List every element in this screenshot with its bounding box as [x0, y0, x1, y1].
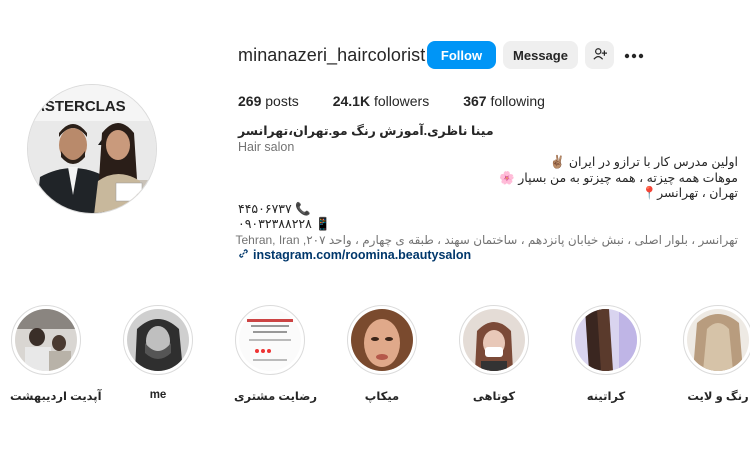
suggest-similar-button[interactable] — [585, 41, 614, 69]
posts-count: 269 — [238, 93, 262, 109]
username: minanazeri_haircolorist — [238, 44, 426, 65]
person-add-icon — [592, 47, 607, 64]
bio-external-link[interactable]: instagram.com/roomina.beautysalon — [238, 248, 738, 264]
posts-label: posts — [261, 93, 299, 109]
highlight-label: رنگ و لایت — [687, 391, 749, 403]
posts-stat: 269 posts — [238, 93, 299, 109]
username-row: minanazeri_haircolorist — [238, 41, 425, 69]
message-button[interactable]: Message — [503, 41, 578, 69]
bio-full-name: مینا ناظری.آموزش رنگ مو.تهران،تهرانسر — [238, 124, 494, 138]
highlight-cover — [235, 305, 305, 375]
more-options-button[interactable] — [622, 46, 646, 64]
bio-line-3: تهران ، تهرانسر📍 — [641, 186, 738, 200]
highlight-label: کوتاهی — [472, 391, 516, 403]
bio-link-text: instagram.com/roomina.beautysalon — [253, 248, 472, 262]
highlight-cover — [11, 305, 81, 375]
highlight-item[interactable]: رنگ و لایت — [682, 305, 750, 403]
profile-stats: 269 posts 24.1K followers 367 following — [238, 93, 579, 109]
highlight-item[interactable]: کراتینه — [570, 305, 642, 403]
bio-line-4: ۴۴۵۰۶۷۳۷ 📞 — [238, 201, 311, 216]
highlight-label: me — [149, 389, 167, 401]
highlight-label: میکاپ — [364, 391, 400, 403]
highlight-item[interactable]: میکاپ — [346, 305, 418, 403]
highlight-item[interactable]: me — [122, 305, 194, 401]
followers-count: 24.1K — [332, 93, 371, 109]
followers-stat[interactable]: 24.1K followers — [333, 93, 430, 109]
followers-label: followers — [370, 93, 430, 109]
bio-line-5: ۰۹۰۳۲۳۸۸۲۲۸ 📱 — [238, 217, 331, 231]
highlight-label: آپدیت اردیبهشت — [10, 391, 102, 403]
avatar-banner-text: ASTERCLAS — [34, 98, 126, 115]
bio-category: Hair salon — [238, 139, 295, 154]
following-count: 367 — [463, 93, 487, 109]
bio-line-1: اولین مدرس کار با ترازو در ایران ✌🏽 — [549, 155, 738, 169]
highlight-cover — [459, 305, 529, 375]
profile-avatar[interactable]: ASTERCLAS — [27, 84, 157, 214]
bio-line-2: موهات همه چیزته ، همه چیزتو به من بسپار … — [499, 170, 738, 185]
highlight-label: کراتینه — [586, 391, 626, 403]
highlight-cover — [123, 305, 193, 375]
bio-address[interactable]: تهرانسر ، بلوار اصلی ، نبش خیابان پانزده… — [235, 233, 738, 249]
highlight-item[interactable]: رضایت مشتری — [234, 305, 317, 403]
highlight-cover — [683, 305, 750, 375]
follow-button[interactable]: Follow — [427, 41, 496, 69]
highlight-cover — [571, 305, 641, 375]
highlight-item[interactable]: کوتاهی — [458, 305, 530, 403]
highlight-item[interactable]: آپدیت اردیبهشت — [10, 305, 102, 403]
highlight-cover — [347, 305, 417, 375]
following-stat[interactable]: 367 following — [463, 93, 545, 109]
more-horizontal-icon — [624, 46, 644, 64]
profile-bio: مینا ناظری.آموزش رنگ مو.تهران،تهرانسر Ha… — [235, 124, 738, 264]
highlight-label: رضایت مشتری — [234, 391, 317, 403]
link-icon — [238, 248, 249, 264]
following-label: following — [486, 93, 545, 109]
